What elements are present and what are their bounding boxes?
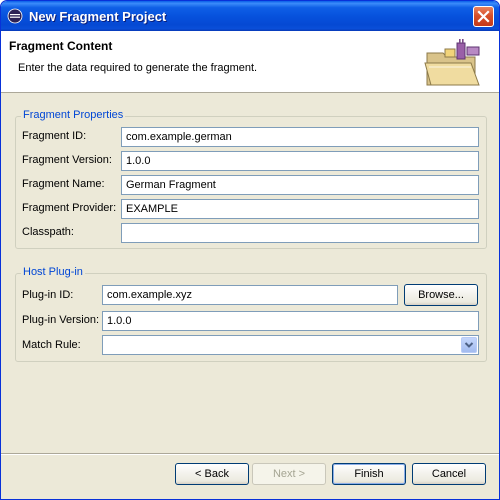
page-title: Fragment Content xyxy=(9,39,113,53)
plugin-version-label: Plug-in Version: xyxy=(22,314,100,326)
combo-dropdown-button[interactable] xyxy=(461,337,477,353)
window-title: New Fragment Project xyxy=(29,9,167,24)
plugin-version-input[interactable]: 1.0.0 xyxy=(102,311,479,331)
match-rule-select[interactable] xyxy=(102,335,479,355)
fragment-provider-input[interactable]: EXAMPLE xyxy=(121,199,479,219)
next-button[interactable]: Next > xyxy=(252,463,326,485)
fragment-version-input[interactable]: 1.0.0 xyxy=(121,151,479,171)
classpath-label: Classpath: xyxy=(22,226,74,238)
back-button[interactable]: < Back xyxy=(175,463,249,485)
page-description: Enter the data required to generate the … xyxy=(18,62,258,74)
title-bar: New Fragment Project xyxy=(1,1,499,31)
wizard-banner: Fragment Content Enter the data required… xyxy=(1,31,499,93)
fragment-name-input[interactable]: German Fragment xyxy=(121,175,479,195)
match-rule-label: Match Rule: xyxy=(22,339,81,351)
fragment-version-label: Fragment Version: xyxy=(22,154,112,166)
fragment-provider-label: Fragment Provider: xyxy=(22,202,117,214)
plugin-id-input[interactable]: com.example.xyz xyxy=(102,285,398,305)
footer-separator xyxy=(1,453,499,455)
dialog-window: New Fragment Project Fragment Content En… xyxy=(0,0,500,500)
group-title: Host Plug-in xyxy=(21,266,85,278)
chevron-down-icon xyxy=(464,342,474,348)
classpath-input[interactable] xyxy=(121,223,479,243)
group-title: Fragment Properties xyxy=(21,109,126,121)
close-button[interactable] xyxy=(473,6,494,27)
fragment-name-label: Fragment Name: xyxy=(22,178,105,190)
browse-button[interactable]: Browse... xyxy=(404,284,478,306)
close-icon xyxy=(477,10,490,23)
fragment-folder-icon xyxy=(424,39,480,86)
fragment-id-label: Fragment ID: xyxy=(22,130,87,142)
eclipse-icon xyxy=(7,8,23,24)
cancel-button[interactable]: Cancel xyxy=(412,463,486,485)
fragment-id-input[interactable]: com.example.german xyxy=(121,127,479,147)
finish-button[interactable]: Finish xyxy=(332,463,406,485)
plugin-id-label: Plug-in ID: xyxy=(22,289,74,301)
